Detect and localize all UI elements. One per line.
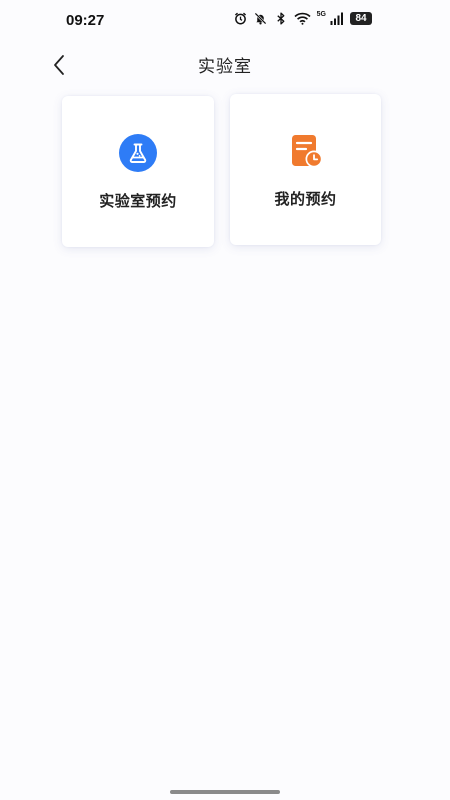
bell-off-icon: [254, 11, 268, 25]
lab-booking-label: 实验室预约: [99, 192, 177, 210]
card-grid: 实验室预约 我的预约: [62, 94, 382, 249]
bluetooth-icon: [274, 11, 288, 25]
lab-booking-card[interactable]: 实验室预约: [62, 96, 214, 247]
status-icons: 5G 84: [234, 11, 372, 25]
flask-icon: [119, 134, 157, 172]
battery-icon: 84: [350, 11, 372, 25]
my-bookings-card[interactable]: 我的预约: [230, 94, 381, 245]
my-bookings-label: 我的预约: [274, 190, 337, 208]
screen: 09:27 5G 84 实验室 实验室预约 我的预约: [0, 0, 450, 800]
status-time: 09:27: [66, 12, 105, 29]
home-indicator[interactable]: [170, 790, 280, 794]
alarm-icon: [234, 11, 248, 25]
status-bar: 09:27 5G 84: [0, 0, 450, 40]
wifi-icon: [294, 11, 311, 25]
nav-bar: 实验室: [0, 40, 450, 88]
page-title: 实验室: [198, 57, 252, 77]
network-type-label: 5G: [316, 11, 326, 18]
document-clock-icon: [287, 132, 325, 170]
signal-icon: [330, 11, 344, 25]
